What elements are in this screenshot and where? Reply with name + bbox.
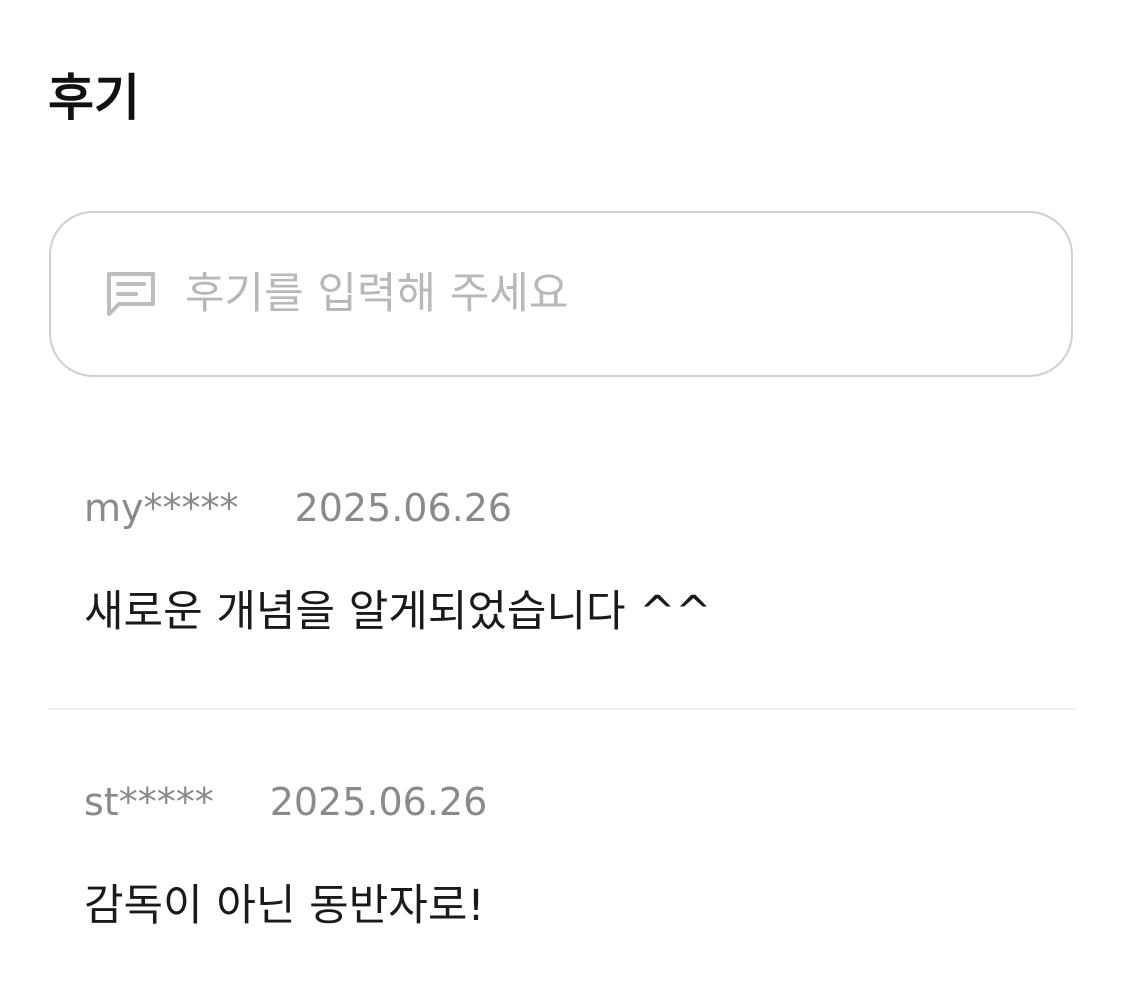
review-item: st***** 2025.06.26 감독이 아닌 동반자로! [84, 778, 487, 934]
review-item: my***** 2025.06.26 새로운 개념을 알게되었습니다 ^^ [84, 484, 711, 640]
review-divider [48, 708, 1076, 710]
review-meta: my***** 2025.06.26 [84, 484, 711, 532]
review-author: st***** [84, 780, 214, 824]
review-date: 2025.06.26 [294, 486, 513, 530]
review-meta: st***** 2025.06.26 [84, 778, 487, 826]
review-input-placeholder: 후기를 입력해 주세요 [185, 269, 569, 319]
review-date: 2025.06.26 [269, 780, 488, 824]
reviews-page: 후기 후기를 입력해 주세요 my***** 2025.06.26 새로운 개념… [0, 0, 1125, 993]
review-input-field[interactable]: 후기를 입력해 주세요 [49, 211, 1073, 377]
comment-icon [105, 270, 157, 318]
review-text: 새로운 개념을 알게되었습니다 ^^ [84, 587, 712, 637]
review-author: my***** [84, 486, 239, 530]
review-text: 감독이 아닌 동반자로! [84, 881, 485, 931]
section-title: 후기 [48, 69, 140, 127]
